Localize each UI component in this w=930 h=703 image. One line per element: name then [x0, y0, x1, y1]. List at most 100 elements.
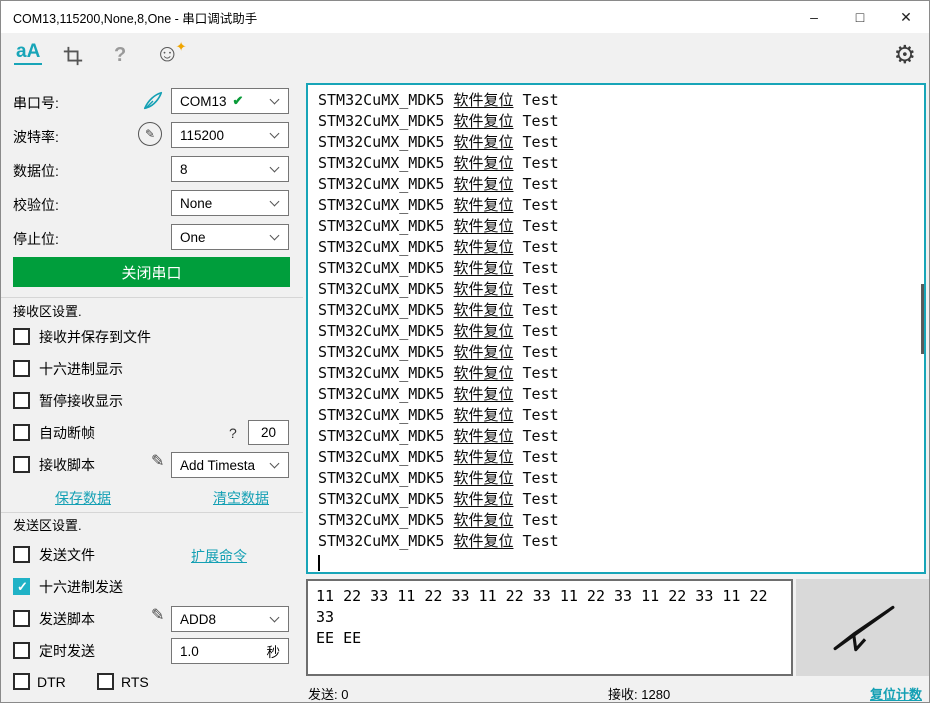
- checkbox-send-script[interactable]: [13, 610, 30, 627]
- baud-select-value: 115200: [180, 127, 225, 143]
- receive-line: STM32CuMX_MDK5 软件复位 Test: [318, 259, 559, 277]
- maximize-button[interactable]: □: [837, 1, 883, 33]
- hex-send-label: 十六进制发送: [39, 579, 123, 595]
- receive-line: STM32CuMX_MDK5 软件复位 Test: [318, 343, 559, 361]
- receive-line: STM32CuMX_MDK5 软件复位 Test: [318, 301, 559, 319]
- window-controls: – □ ✕: [791, 1, 929, 33]
- chevron-down-icon: [269, 162, 280, 172]
- receive-line: STM32CuMX_MDK5 软件复位 Test: [318, 133, 559, 151]
- checkbox-rts[interactable]: [97, 673, 114, 690]
- receive-line: STM32CuMX_MDK5 软件复位 Test: [318, 196, 559, 214]
- save-to-file-label: 接收并保存到文件: [39, 329, 151, 345]
- reset-count-link[interactable]: 复位计数: [870, 684, 922, 702]
- sent-label: 发送:: [308, 687, 338, 702]
- clear-data-link[interactable]: 清空数据: [213, 488, 269, 508]
- font-icon: aA: [14, 41, 43, 65]
- frame-timeout-input[interactable]: [248, 420, 289, 445]
- receive-line: STM32CuMX_MDK5 软件复位 Test: [318, 322, 559, 340]
- receive-line: STM32CuMX_MDK5 软件复位 Test: [318, 364, 559, 382]
- send-file-label: 发送文件: [39, 547, 95, 563]
- checkbox-save-to-file[interactable]: [13, 328, 30, 345]
- receive-script-select[interactable]: Add Timesta: [171, 452, 289, 478]
- receive-scrollbar-thumb[interactable]: [921, 284, 924, 354]
- baud-label: 波特率:: [13, 129, 59, 145]
- chevron-down-icon: [269, 458, 280, 468]
- toolbar: aA ? ☺ ✦ ⚙: [1, 33, 929, 81]
- checkbox-pause-display[interactable]: [13, 392, 30, 409]
- timed-send-interval-input[interactable]: 1.0 秒: [171, 638, 289, 664]
- divider: [1, 512, 303, 513]
- font-settings-button[interactable]: aA: [14, 41, 43, 65]
- receive-line: STM32CuMX_MDK5 软件复位 Test: [318, 448, 559, 466]
- baud-select[interactable]: 115200: [171, 122, 289, 148]
- parity-label: 校验位:: [13, 197, 59, 213]
- receive-settings-title: 接收区设置.: [13, 304, 82, 319]
- paper-plane-icon: [833, 605, 894, 651]
- text-cursor: [318, 555, 320, 571]
- stopbits-select[interactable]: One: [171, 224, 289, 250]
- receive-line: STM32CuMX_MDK5 软件复位 Test: [318, 217, 559, 235]
- received-value: 1280: [641, 687, 671, 702]
- rts-label: RTS: [121, 674, 149, 690]
- dtr-label: DTR: [37, 674, 66, 690]
- receive-script-label: 接收脚本: [39, 457, 95, 473]
- receive-line: STM32CuMX_MDK5 软件复位 Test: [318, 154, 559, 172]
- send-script-pen-icon[interactable]: ✎: [151, 608, 164, 624]
- feedback-button[interactable]: ☺ ✦: [155, 39, 187, 66]
- stopbits-label: 停止位:: [13, 231, 59, 247]
- port-select[interactable]: COM13 ✔: [171, 88, 289, 114]
- chevron-down-icon: [269, 128, 280, 138]
- chevron-down-icon: [269, 196, 280, 206]
- receive-line: STM32CuMX_MDK5 软件复位 Test: [318, 91, 559, 109]
- minimize-button[interactable]: –: [791, 1, 837, 33]
- send-script-select-value: ADD8: [180, 611, 217, 627]
- checkbox-dtr[interactable]: [13, 673, 30, 690]
- sent-counter: 发送: 0: [308, 684, 349, 702]
- checkbox-receive-script[interactable]: [13, 456, 30, 473]
- star-icon: ✦: [175, 39, 187, 54]
- receive-line: STM32CuMX_MDK5 软件复位 Test: [318, 406, 559, 424]
- receive-line: STM32CuMX_MDK5 软件复位 Test: [318, 427, 559, 445]
- port-ok-icon: ✔: [232, 93, 244, 108]
- databits-select[interactable]: 8: [171, 156, 289, 182]
- checkbox-hex-display[interactable]: [13, 360, 30, 377]
- edit-baud-icon[interactable]: ✎: [138, 122, 162, 146]
- send-input[interactable]: 11 22 33 11 22 33 11 22 33 11 22 33 11 2…: [306, 579, 793, 676]
- checkbox-auto-frame[interactable]: [13, 424, 30, 441]
- close-port-button[interactable]: 关闭串口: [13, 257, 290, 287]
- save-data-link[interactable]: 保存数据: [55, 488, 111, 508]
- receive-script-pen-icon[interactable]: ✎: [151, 454, 164, 470]
- receive-script-select-value: Add Timesta: [180, 457, 256, 473]
- extend-command-link[interactable]: 扩展命令: [191, 546, 247, 566]
- crop-icon: [63, 46, 83, 66]
- checkbox-timed-send[interactable]: [13, 642, 30, 659]
- chevron-down-icon: [269, 230, 280, 240]
- hex-display-label: 十六进制显示: [39, 361, 123, 377]
- help-icon: ?: [114, 44, 127, 66]
- send-button[interactable]: [796, 579, 929, 676]
- auto-frame-help-icon[interactable]: ?: [229, 423, 237, 443]
- stopbits-select-value: One: [180, 229, 206, 245]
- send-script-label: 发送脚本: [39, 611, 95, 627]
- receive-line: STM32CuMX_MDK5 软件复位 Test: [318, 532, 559, 550]
- checkbox-send-file[interactable]: [13, 546, 30, 563]
- receive-line: STM32CuMX_MDK5 软件复位 Test: [318, 385, 559, 403]
- checkbox-hex-send[interactable]: [13, 578, 30, 595]
- send-script-select[interactable]: ADD8: [171, 606, 289, 632]
- receive-log[interactable]: STM32CuMX_MDK5 软件复位 Test STM32CuMX_MDK5 软…: [306, 83, 926, 574]
- settings-gear-button[interactable]: ⚙: [894, 43, 916, 68]
- timed-send-unit: 秒: [266, 645, 281, 660]
- scan-ports-icon[interactable]: [142, 90, 164, 117]
- databits-select-value: 8: [180, 161, 188, 177]
- chevron-down-icon: [269, 612, 280, 622]
- app-window: COM13,115200,None,8,One - 串口调试助手 – □ ✕ a…: [0, 0, 930, 703]
- timed-send-label: 定时发送: [39, 643, 95, 659]
- receive-line: STM32CuMX_MDK5 软件复位 Test: [318, 112, 559, 130]
- crop-button[interactable]: [62, 45, 84, 72]
- close-button[interactable]: ✕: [883, 1, 929, 33]
- sent-value: 0: [341, 687, 349, 702]
- help-button[interactable]: ?: [114, 44, 126, 67]
- parity-select-value: None: [180, 195, 213, 211]
- parity-select[interactable]: None: [171, 190, 289, 216]
- port-select-value: COM13: [180, 93, 227, 109]
